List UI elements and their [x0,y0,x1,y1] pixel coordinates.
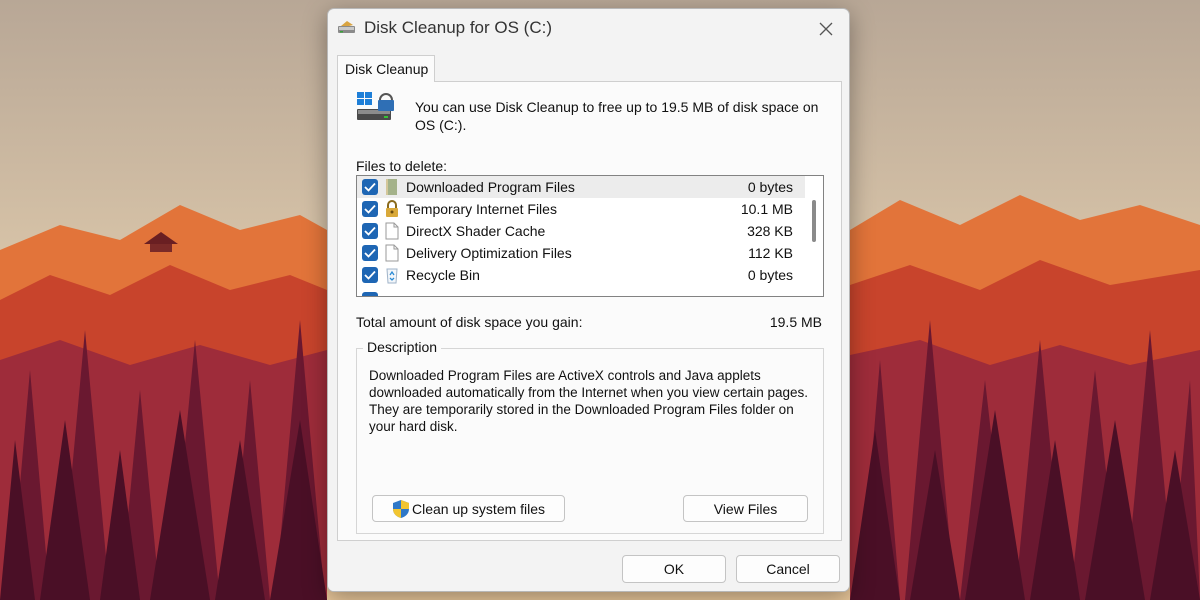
file-name: Downloaded Program Files [406,179,575,195]
uac-shield-icon [393,500,409,518]
recycle-bin-icon [386,268,398,284]
view-files-button[interactable]: View Files [683,495,808,522]
checkbox[interactable] [362,179,378,195]
title-bar: Disk Cleanup for OS (C:) [328,9,849,49]
clean-up-system-files-button[interactable]: Clean up system files [372,495,565,522]
file-name: Recycle Bin [406,267,480,283]
tab-disk-cleanup[interactable]: Disk Cleanup [337,55,435,82]
files-to-delete-list[interactable]: Downloaded Program Files 0 bytes Tempora… [356,175,824,297]
list-item[interactable]: DirectX Shader Cache 328 KB [357,220,805,242]
document-icon [385,244,399,262]
list-item[interactable]: Recycle Bin 0 bytes [357,264,805,286]
ok-button[interactable]: OK [622,555,726,583]
disk-cleanup-dialog: Disk Cleanup for OS (C:) Disk Cleanup Yo… [327,8,850,592]
list-item[interactable]: Temporary Internet Files 10.1 MB [357,198,805,220]
checkbox[interactable] [362,201,378,217]
clean-up-system-files-label: Clean up system files [412,501,546,517]
description-text: Downloaded Program Files are ActiveX con… [369,368,809,434]
document-icon [385,222,399,240]
checkbox[interactable] [362,223,378,239]
dialog-footer: OK Cancel [328,541,849,591]
checkmark-icon [364,270,376,280]
close-button[interactable] [811,14,841,44]
list-item[interactable]: Delivery Optimization Files 112 KB [357,242,805,264]
file-size: 112 KB [748,245,793,261]
checkbox[interactable] [362,245,378,261]
file-name: Delivery Optimization Files [406,245,572,261]
checkmark-icon [364,204,376,214]
window-title: Disk Cleanup for OS (C:) [364,18,552,37]
scrollbar[interactable] [805,176,823,296]
file-name: Temporary Internet Files [406,201,557,217]
total-space-value: 19.5 MB [769,314,822,330]
description-legend: Description [363,339,442,355]
list-item[interactable]: Downloaded Program Files 0 bytes [357,176,805,198]
checkmark-icon [364,248,376,258]
file-name: DirectX Shader Cache [406,223,546,239]
file-size: 0 bytes [747,179,793,195]
close-icon [819,22,833,36]
cancel-button[interactable]: Cancel [736,555,840,583]
files-to-delete-label: Files to delete: [356,158,448,174]
disk-cleanup-panel: You can use Disk Cleanup to free up to 1… [337,81,842,541]
checkbox[interactable] [362,267,378,283]
file-size: 0 bytes [747,267,793,283]
checkmark-icon [364,226,376,236]
description-group: Description Downloaded Program Files are… [356,339,824,534]
file-size: 328 KB [747,223,793,239]
checkbox[interactable] [362,292,378,296]
drive-cleanup-icon [357,92,394,120]
scroll-thumb[interactable] [812,200,816,242]
folder-icon [386,179,397,195]
info-message: You can use Disk Cleanup to free up to 1… [415,99,819,133]
checkmark-icon [364,182,376,192]
disk-cleanup-icon [338,21,355,33]
lock-icon [386,200,398,217]
file-size: 10.1 MB [740,201,793,217]
total-space-label: Total amount of disk space you gain: [356,314,583,330]
